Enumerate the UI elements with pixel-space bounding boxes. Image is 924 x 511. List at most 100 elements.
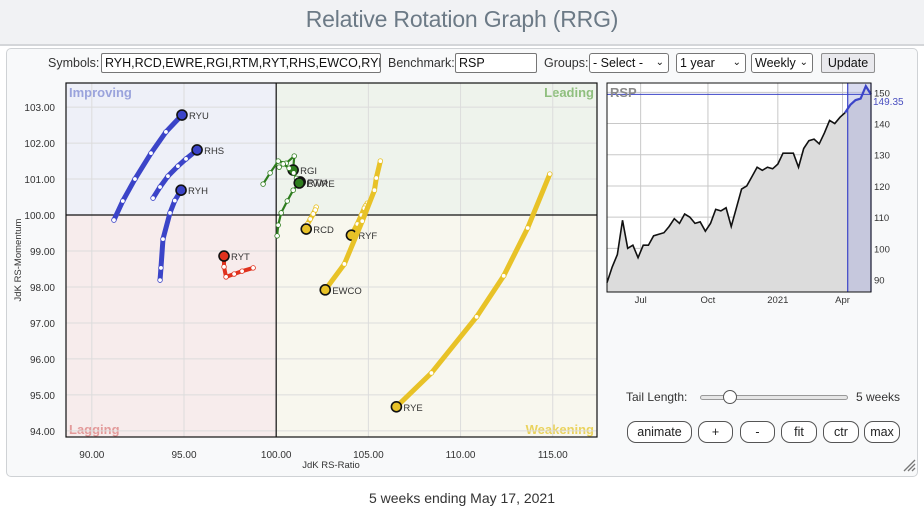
y-axis-label: JdK RS-Momentum [13,218,24,301]
tail-point [239,268,245,274]
tail-point [359,218,365,224]
x-tick-label: 95.00 [171,450,196,461]
head-marker[interactable] [176,109,188,121]
head-marker[interactable] [293,177,306,189]
tail-point [473,314,480,320]
tail-point [120,198,126,204]
head-marker[interactable] [319,284,332,296]
tail-point [172,197,178,204]
fit-button[interactable]: fit [781,421,817,443]
animate-button[interactable]: animate [627,421,692,443]
series-label: RHS [204,146,224,157]
tail-point [373,175,380,181]
tail-point [165,173,171,179]
tail-point [250,265,256,271]
tail-point [275,222,281,228]
y-tick-label: 101.00 [24,175,55,186]
tail-point [428,370,435,376]
zoom-out-button[interactable]: - [740,421,775,443]
series-label: RYH [188,186,208,197]
x-axis-label: JdK RS-Ratio [302,460,360,471]
footer-caption: 5 weeks ending May 17, 2021 [368,490,555,506]
y-tick-label: 102.00 [24,139,55,150]
head-marker[interactable] [175,184,187,197]
tail-point [231,271,237,277]
y-tick-label: 98.00 [30,283,55,294]
series-label: EWRE [306,179,335,190]
tail-point [267,170,273,176]
y-tick-label: 99.00 [30,247,55,258]
series-label: RCD [313,225,334,236]
series-label: RYE [403,403,422,414]
tail-point [175,163,181,169]
tail-point [163,129,169,135]
tail-point [291,153,297,159]
tail-point [132,176,138,182]
quadrant-label-improving: Improving [69,85,132,100]
y-tick-label: 94.00 [30,427,55,438]
y-tick-label: 103.00 [24,103,55,114]
max-button[interactable]: max [864,421,900,443]
tail-point [158,265,164,271]
tail-point [223,274,229,280]
tail-point [150,195,156,201]
series-label: RYU [189,111,209,122]
tail-point [275,158,281,164]
y-tick-label: 100.00 [24,211,55,222]
x-tick-label: 115.00 [538,450,568,461]
center-button[interactable]: ctr [823,421,859,443]
tail-point [148,150,154,156]
tail-point [286,165,292,171]
tail-point [307,216,313,222]
quadrant-lagging [66,215,277,437]
quadrant-weakening [276,215,597,437]
slider-thumb[interactable] [723,390,738,404]
y-tick-label: 97.00 [30,319,55,330]
tail-point [167,210,173,216]
resize-handle-icon[interactable] [902,458,916,472]
tail-point [547,171,553,177]
quadrant-label-leading: Leading [544,85,594,100]
tail-point [276,164,282,170]
tail-point [284,198,290,204]
series-label: EWCO [332,286,362,297]
zoom-in-button[interactable]: + [698,421,733,443]
quadrant-leading [276,83,597,216]
y-tick-label: 95.00 [30,391,55,402]
x-tick-label: 110.00 [446,450,476,461]
head-marker[interactable] [390,400,403,413]
quadrant-label-lagging: Lagging [69,422,120,437]
tail-point [157,184,163,190]
tail-point [274,233,280,239]
tail-point [221,264,227,270]
x-tick-label: 90.00 [79,450,104,461]
tail-point [183,156,189,162]
head-marker[interactable] [300,223,313,235]
x-tick-label: 100.00 [261,450,292,461]
tail-point [501,273,507,279]
series-label: RGI [300,166,317,177]
tail-length-slider[interactable] [700,390,848,404]
tail-point [371,187,378,193]
tail-point [278,210,284,216]
tail-point [157,277,163,283]
head-marker[interactable] [218,250,230,262]
quadrant-label-weakening: Weakening [526,422,594,437]
tail-point [290,187,296,193]
tail-length-label: Tail Length: [626,390,688,404]
tail-point [160,236,166,242]
tail-point [280,161,286,167]
tail-point [111,217,117,223]
tail-point [260,181,266,187]
tail-point [377,158,384,164]
quadrant-improving [66,83,277,216]
series-label: RYF [358,231,377,242]
series-label: RYT [231,252,250,263]
y-tick-label: 96.00 [30,355,55,366]
tail-point [341,261,348,267]
head-marker[interactable] [191,144,203,156]
tail-point [524,225,531,231]
tail-point [291,170,297,176]
tail-length-value: 5 weeks [856,390,901,404]
tail-point [310,211,316,217]
